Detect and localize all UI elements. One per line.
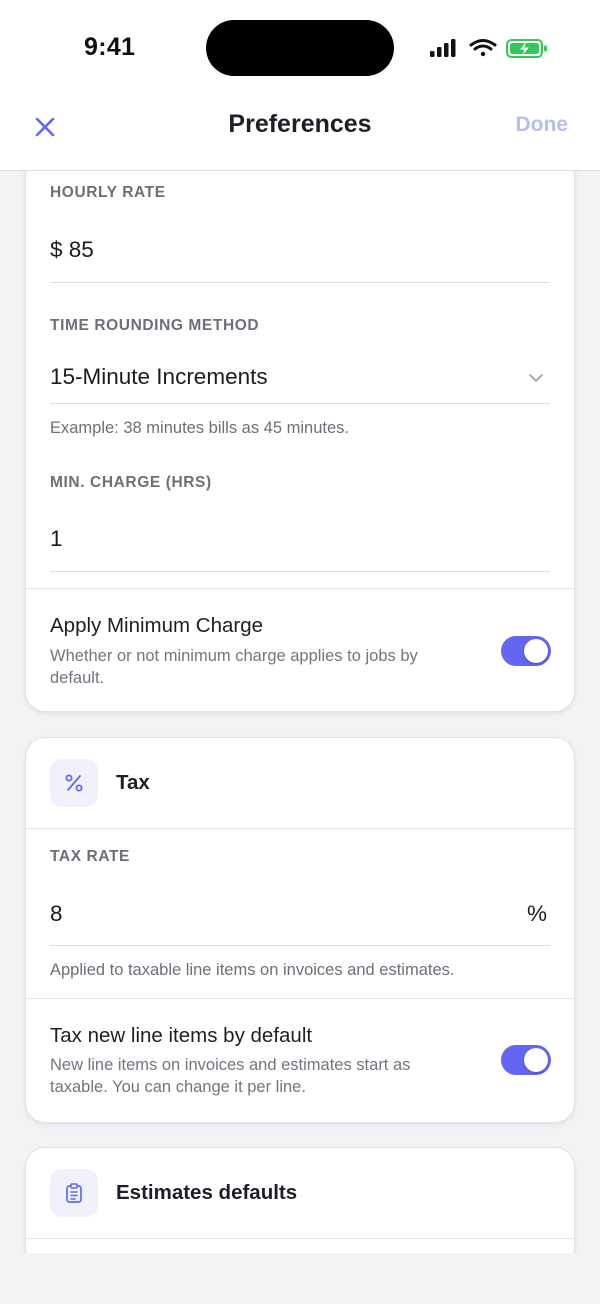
- hourly-rate-underline: [50, 282, 550, 283]
- toggle-knob: [524, 1048, 548, 1072]
- estimates-card: Estimates defaults: [25, 1147, 575, 1253]
- status-bar: 9:41: [0, 0, 600, 92]
- rounding-method-underline: [50, 403, 550, 404]
- hourly-rate-label: HOURLY RATE: [50, 184, 166, 201]
- tax-rate-suffix: %: [527, 901, 548, 926]
- tax-section-title: Tax: [116, 771, 150, 794]
- estimates-section-icon: [50, 1169, 98, 1217]
- min-charge-field[interactable]: 1: [50, 526, 63, 552]
- divider: [26, 998, 574, 999]
- tax-rate-field[interactable]: 8: [50, 901, 63, 927]
- page-title: Preferences: [228, 110, 372, 138]
- clipboard-icon: [66, 1183, 82, 1203]
- rates-card: HOURLY RATE $ 85 TIME ROUNDING METHOD 15…: [25, 171, 575, 712]
- apply-min-charge-title: Apply Minimum Charge: [50, 614, 264, 637]
- tax-rate-helper: Applied to taxable line items on invoice…: [50, 961, 455, 979]
- percent-icon: [65, 774, 83, 792]
- rounding-method-select[interactable]: 15-Minute Increments: [50, 364, 550, 394]
- toggle-knob: [524, 639, 548, 663]
- rounding-method-label: TIME ROUNDING METHOD: [50, 317, 260, 334]
- tax-default-desc: New line items on invoices and estimates…: [50, 1056, 411, 1096]
- done-button[interactable]: Done: [516, 113, 569, 137]
- nav-bar: Preferences Done: [0, 92, 600, 171]
- min-charge-underline: [50, 571, 550, 572]
- wifi-icon: [469, 39, 497, 57]
- apply-min-charge-toggle[interactable]: [501, 636, 551, 666]
- rounding-method-value: 15-Minute Increments: [50, 364, 268, 389]
- chevron-down-icon: [529, 374, 543, 382]
- tax-default-toggle[interactable]: [501, 1045, 551, 1075]
- divider: [26, 828, 574, 829]
- signal-icon: [430, 39, 456, 57]
- preferences-content[interactable]: HOURLY RATE $ 85 TIME ROUNDING METHOD 15…: [0, 171, 600, 1253]
- tax-section-icon: [50, 759, 98, 807]
- battery-icon: [506, 39, 547, 58]
- min-charge-label: MIN. CHARGE (HRS): [50, 474, 212, 491]
- tax-rate-label: TAX RATE: [50, 848, 130, 865]
- divider: [26, 1238, 574, 1239]
- hourly-rate-field[interactable]: $ 85: [50, 237, 94, 263]
- tax-card: Tax TAX RATE 8 % Applied to taxable line…: [25, 737, 575, 1123]
- rounding-example: Example: 38 minutes bills as 45 minutes.: [50, 419, 349, 437]
- status-icons: [430, 39, 547, 58]
- apply-min-charge-desc: Whether or not minimum charge applies to…: [50, 647, 418, 687]
- tax-rate-underline: [50, 945, 550, 946]
- divider: [26, 588, 574, 589]
- dynamic-island: [206, 20, 394, 76]
- estimates-section-title: Estimates defaults: [116, 1181, 298, 1204]
- status-time: 9:41: [84, 33, 136, 61]
- tax-default-title: Tax new line items by default: [50, 1024, 313, 1047]
